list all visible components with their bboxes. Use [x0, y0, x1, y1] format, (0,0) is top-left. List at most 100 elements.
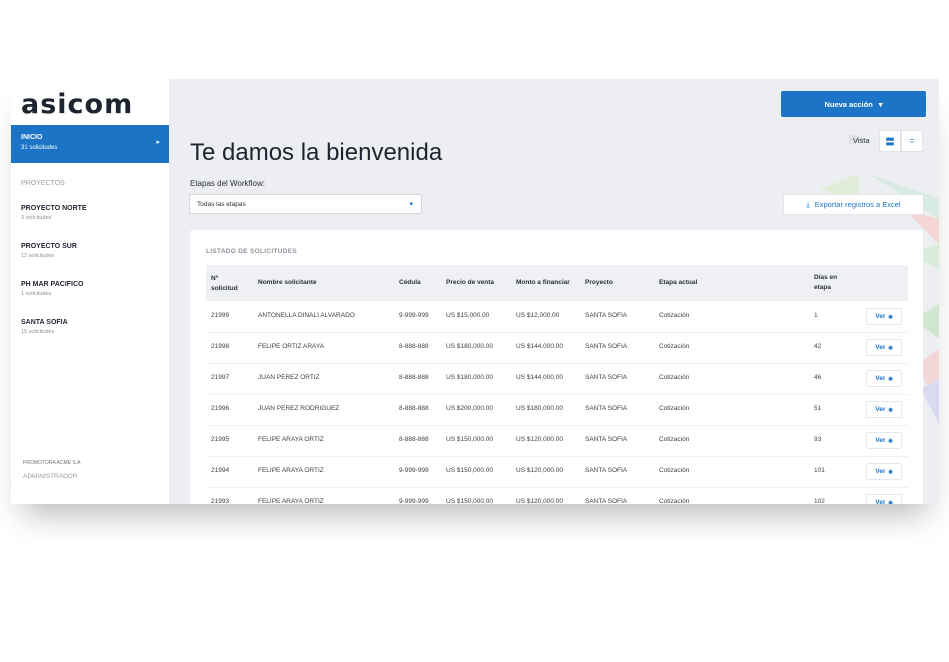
- cell-etapa: Cotización: [659, 467, 690, 474]
- cell-monto: US $120,000.00: [516, 436, 563, 443]
- cell-cedula: 8-888-888: [399, 405, 429, 412]
- view-button-label: Ver: [875, 437, 886, 444]
- cell-proyecto: SANTA SOFIA: [585, 374, 628, 381]
- cell-precio: US $150,000.00: [446, 467, 493, 474]
- table-row: 21999 ANTONELLA DINALI ALVARADO 9-999-999 U…: [206, 301, 908, 333]
- view-button-label: Ver: [875, 313, 886, 320]
- chevron-right-icon: ▸: [156, 139, 160, 146]
- cell-id: 21997: [211, 374, 230, 381]
- download-icon: ⤓: [806, 199, 810, 209]
- export-label: Exportar registros a Excel: [814, 200, 901, 209]
- cell-id: 21995: [211, 436, 230, 443]
- cell-dias: 93: [814, 436, 822, 443]
- view-request-button[interactable]: Ver ◉: [866, 432, 902, 449]
- projects-section-label: PROYECTOS: [21, 180, 65, 187]
- sidebar-item-proyecto-sur[interactable]: PROYECTO SUR 12 solicitudes: [21, 243, 77, 259]
- project-count: 3 solicitudes: [21, 215, 52, 221]
- project-count: 1 solicitudes: [21, 291, 52, 297]
- workflow-label: Etapas del Workflow:: [190, 179, 265, 188]
- cell-precio: US $180,000.00: [446, 374, 493, 381]
- cell-name: JUAN PEREZ ORTIZ: [258, 374, 320, 381]
- stage-select[interactable]: Todas las etapas ▾: [189, 194, 422, 214]
- sidebar-item-ph-mar-pacifico[interactable]: PH MAR PACIFICO 1 solicitudes: [21, 281, 83, 297]
- cell-name: FELIPE ARAYA ORTIZ: [258, 467, 324, 474]
- view-request-button[interactable]: Ver ◉: [866, 463, 902, 480]
- cell-proyecto: SANTA SOFIA: [585, 405, 628, 412]
- cell-id: 21996: [211, 405, 230, 412]
- cell-name: FELIPE ARAYA ORTIZ: [258, 498, 324, 504]
- eye-icon: ◉: [888, 375, 893, 382]
- cell-monto: US $144,000.00: [516, 374, 563, 381]
- cell-id: 21999: [211, 312, 230, 319]
- stage-select-value: Todas las etapas: [197, 200, 246, 208]
- list-view-toggle[interactable]: 〓: [879, 130, 901, 152]
- new-action-button[interactable]: Nueva acción ▾: [781, 91, 926, 117]
- column-header: Proyecto: [585, 279, 613, 286]
- eye-icon: ◉: [888, 313, 893, 320]
- column-header: Nombre solicitante: [258, 279, 317, 286]
- cell-cedula: 9-999-999: [399, 312, 429, 319]
- sidebar-item-inicio[interactable]: INICIO 31 solicitudes ▸: [11, 125, 169, 163]
- app-window: asicom INICIO 31 solicitudes ▸ PROYECTOS…: [11, 79, 939, 504]
- view-request-button[interactable]: Ver ◉: [866, 494, 902, 504]
- project-name: SANTA SOFIA: [21, 319, 68, 326]
- cell-monto: US $144,000.00: [516, 343, 563, 350]
- cell-id: 21994: [211, 467, 230, 474]
- cell-name: JUAN PEREZ RODRIGUEZ: [258, 405, 340, 412]
- cell-cedula: 8-888-888: [399, 374, 429, 381]
- compact-view-toggle[interactable]: =: [901, 130, 923, 152]
- cell-dias: 1: [814, 312, 818, 319]
- cell-monto: US $120,000.00: [516, 467, 563, 474]
- project-name: PH MAR PACIFICO: [21, 281, 84, 288]
- cell-dias: 42: [814, 343, 822, 350]
- column-header: Cédula: [399, 279, 421, 286]
- column-header: Etapa actual: [659, 279, 698, 286]
- caret-down-icon: ▾: [409, 201, 413, 208]
- cell-dias: 46: [814, 374, 822, 381]
- table-row: 21995 FELIPE ARAYA ORTIZ 8-888-888 US $150,…: [206, 425, 908, 457]
- new-action-label: Nueva acción: [824, 99, 873, 109]
- eye-icon: ◉: [888, 499, 893, 505]
- eye-icon: ◉: [888, 344, 893, 351]
- cell-precio: US $180,000.00: [446, 343, 493, 350]
- cell-precio: US $15,000.00: [446, 312, 490, 319]
- view-request-button[interactable]: Ver ◉: [866, 401, 902, 418]
- cell-cedula: 9-999-999: [399, 498, 429, 504]
- column-header: Precio de venta: [446, 279, 495, 286]
- cell-precio: US $150,000.00: [446, 436, 493, 443]
- table-row: 21993 FELIPE ARAYA ORTIZ 9-999-999 US $150,…: [206, 487, 908, 504]
- column-header: Monto a financiar: [516, 279, 570, 286]
- export-excel-button[interactable]: ⤓ Exportar registros a Excel: [783, 194, 924, 215]
- table-row: 21996 JUAN PEREZ RODRIGUEZ 8-888-888 US $20…: [206, 394, 908, 426]
- cell-etapa: Cotización: [659, 374, 690, 381]
- view-button-label: Ver: [875, 375, 886, 382]
- table-header: Nº solicitud Nombre solicitante Cédula P…: [206, 265, 908, 301]
- page-title: Te damos la bienvenida: [190, 139, 443, 166]
- requests-panel: LISTADO DE SOLICITUDES Nº solicitud Nomb…: [190, 230, 923, 504]
- view-request-button[interactable]: Ver ◉: [866, 370, 902, 387]
- cell-dias: 101: [814, 467, 825, 474]
- cell-precio: US $150,000.00: [446, 498, 493, 504]
- sidebar-item-proyecto-norte[interactable]: PROYECTO NORTE 3 solicitudes: [21, 205, 87, 221]
- cell-cedula: 8-888-888: [399, 343, 429, 350]
- sidebar-item-santa-sofia[interactable]: SANTA SOFIA 15 solicitudes: [21, 319, 68, 335]
- cell-cedula: 8-888-888: [399, 436, 429, 443]
- eye-icon: ◉: [888, 437, 893, 444]
- cell-id: 21993: [211, 498, 230, 504]
- cell-monto: US $180,000.00: [516, 405, 563, 412]
- cell-name: FELIPE ARAYA ORTIZ: [258, 436, 324, 443]
- cell-proyecto: SANTA SOFIA: [585, 343, 628, 350]
- sidebar: asicom INICIO 31 solicitudes ▸ PROYECTOS…: [11, 79, 169, 504]
- cell-name: ANTONELLA DINALI ALVARADO: [258, 312, 355, 319]
- project-name: PROYECTO SUR: [21, 243, 77, 250]
- view-request-button[interactable]: Ver ◉: [866, 308, 902, 325]
- view-request-button[interactable]: Ver ◉: [866, 339, 902, 356]
- cell-dias: 102: [814, 498, 825, 504]
- cell-monto: US $12,000.00: [516, 312, 560, 319]
- column-header: Nº solicitud: [211, 275, 238, 292]
- cell-etapa: Cotización: [659, 498, 690, 504]
- requests-list-title: LISTADO DE SOLICITUDES: [206, 248, 297, 255]
- project-count: 15 solicitudes: [21, 329, 55, 335]
- table-row: 21994 FELIPE ARAYA ORTIZ 9-999-999 US $150,…: [206, 456, 908, 488]
- view-button-label: Ver: [875, 499, 886, 504]
